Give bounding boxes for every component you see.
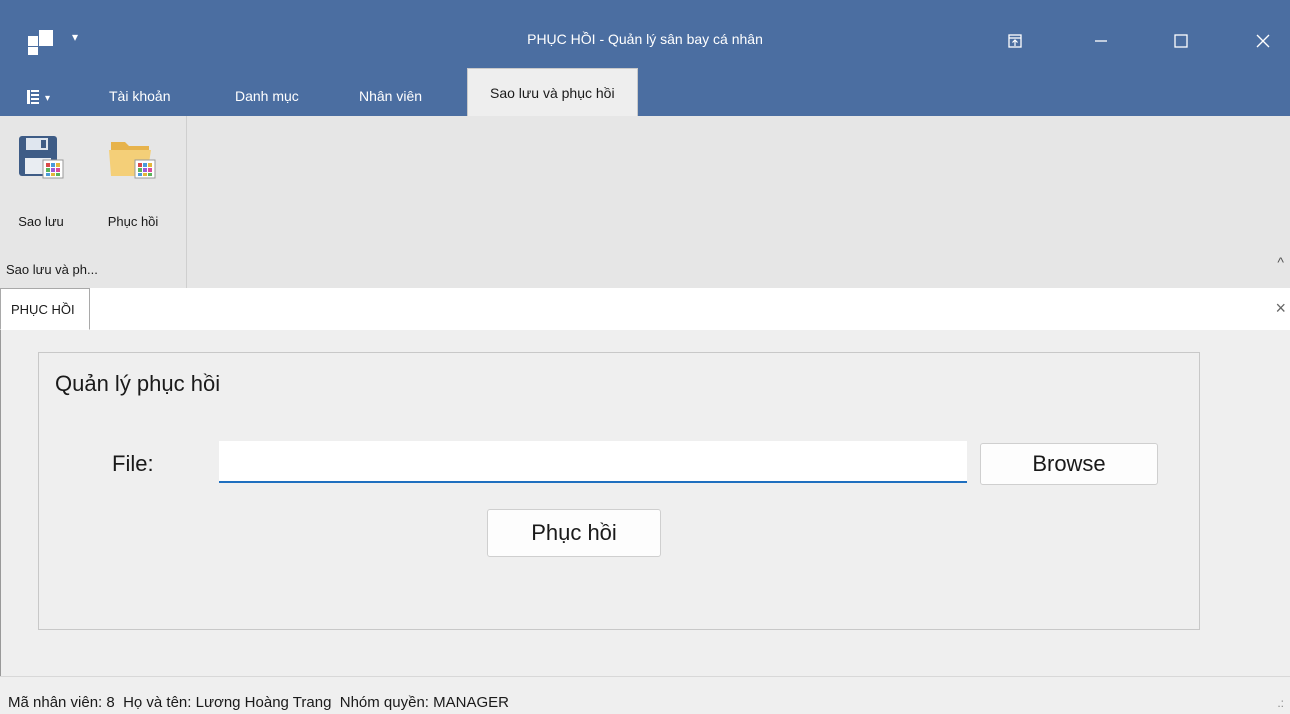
file-path-input[interactable]: [219, 441, 967, 483]
maximize-icon[interactable]: [1158, 18, 1204, 64]
tab-sao-luu-va-phuc-hoi[interactable]: Sao lưu và phục hồi: [467, 68, 638, 116]
status-bar: Mã nhân viên: 8 Họ và tên: Lương Hoàng T…: [0, 676, 1290, 714]
ribbon-group-label: Sao lưu và ph...: [6, 262, 98, 277]
close-tab-icon[interactable]: ×: [1275, 298, 1286, 319]
status-text: Mã nhân viên: 8 Họ và tên: Lương Hoàng T…: [8, 694, 509, 711]
restore-ribbon-button[interactable]: Phục hồi: [102, 128, 164, 229]
ribbon-group-backup-restore: Sao lưu Phục hồi Sao lưu và ph...: [0, 116, 187, 288]
tab-danh-muc[interactable]: Danh mục: [235, 88, 299, 104]
restore-content-area: Quản lý phục hồi File: Browse Phục hồi: [0, 330, 1290, 676]
folder-restore-icon: [109, 142, 156, 179]
browse-button[interactable]: Browse: [980, 443, 1158, 485]
ribbon-panel: Sao lưu Phục hồi Sao lưu và ph... ^: [0, 116, 1290, 289]
file-menu-icon[interactable]: ▾: [26, 88, 50, 105]
file-label: File:: [112, 451, 154, 476]
tab-tai-khoan[interactable]: Tài khoản: [109, 88, 170, 104]
restore-ribbon-button-label: Phục hồi: [107, 214, 159, 229]
minimize-icon[interactable]: [1078, 18, 1124, 64]
restore-button[interactable]: Phục hồi: [487, 509, 661, 557]
restore-group-box: Quản lý phục hồi File: Browse Phục hồi: [38, 352, 1200, 630]
restore-group-title: Quản lý phục hồi: [55, 371, 221, 396]
size-grip-icon[interactable]: .:: [1277, 696, 1284, 710]
document-tab-bar: PHỤC HỒI ×: [0, 288, 1290, 331]
backup-button[interactable]: Sao lưu: [10, 128, 72, 229]
document-tab-phuc-hoi[interactable]: PHỤC HỒI: [0, 288, 90, 330]
save-disk-icon: [19, 136, 64, 179]
backup-button-label: Sao lưu: [18, 214, 64, 229]
collapse-ribbon-icon[interactable]: ^: [1277, 254, 1284, 270]
close-icon[interactable]: [1240, 18, 1286, 64]
ribbon-tab-row: ▾ Tài khoản Danh mục Nhân viên Sao lưu v…: [0, 68, 1290, 116]
title-bar: ▾ PHỤC HỒI - Quản lý sân bay cá nhân: [0, 0, 1290, 76]
tab-nhan-vien[interactable]: Nhân viên: [359, 88, 422, 104]
ribbon-display-options-icon[interactable]: [992, 18, 1038, 64]
